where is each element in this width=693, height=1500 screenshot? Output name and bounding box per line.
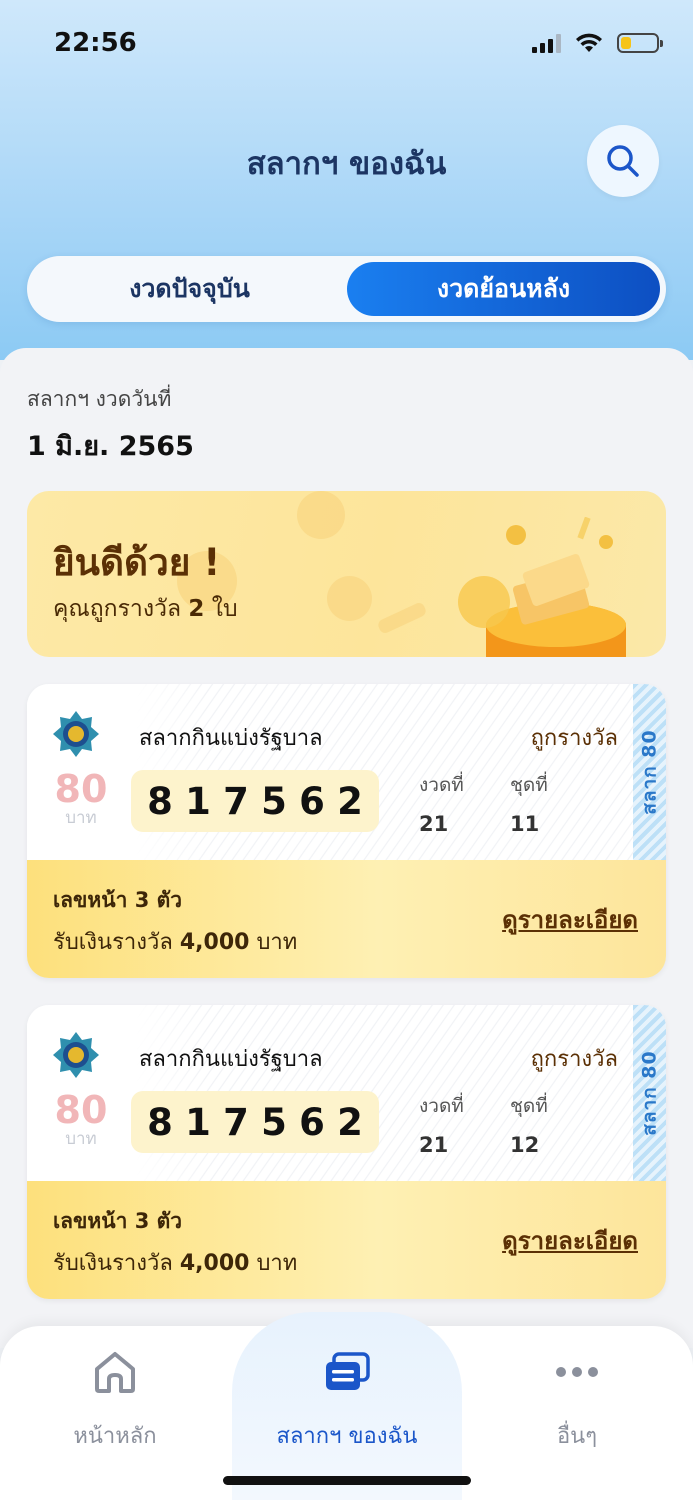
nav-home[interactable]: หน้าหลัก [15, 1346, 215, 1453]
status-icons [532, 32, 663, 54]
ticket-draw-no: งวดที่ 21 [419, 1095, 464, 1157]
ticket-status: ถูกรางวัล [530, 726, 618, 751]
ticket-digit: 1 [185, 1100, 211, 1144]
prize-name: เลขหน้า 3 ตัว [53, 888, 183, 912]
ticket-icon [326, 1352, 370, 1390]
ticket-set-no: ชุดที่ 12 [510, 1095, 548, 1157]
signal-icon [532, 33, 561, 53]
ticket-digit: 5 [261, 1100, 287, 1144]
ticket-number: 8 1 7 5 6 2 [131, 770, 379, 832]
bottom-nav: หน้าหลัก สลากฯ ของฉัน อื่นๆ [0, 1312, 693, 1500]
wifi-icon [576, 33, 602, 52]
nav-my-tickets[interactable]: สลากฯ ของฉัน [247, 1346, 447, 1453]
battery-icon [617, 33, 663, 53]
ticket-number: 8 1 7 5 6 2 [131, 1091, 379, 1153]
government-emblem-icon [53, 1032, 99, 1078]
ticket-digit: 7 [223, 1100, 249, 1144]
ticket-digit: 8 [147, 1100, 173, 1144]
nav-my-tickets-label: สลากฯ ของฉัน [276, 1424, 418, 1449]
ticket-digit: 2 [337, 779, 363, 823]
ticket-digit: 1 [185, 779, 211, 823]
ticket-digit: 8 [147, 779, 173, 823]
prize-amount: รับเงินรางวัล 4,000 บาท [53, 930, 298, 955]
ticket-card[interactable]: สลากกินแบ่งรัฐบาล ถูกรางวัล 80 บาท 8 1 7… [27, 684, 666, 978]
home-indicator [223, 1476, 471, 1485]
ticket-status: ถูกรางวัล [530, 1047, 618, 1072]
draw-date-label: สลากฯ งวดวันที่ [27, 387, 172, 411]
nav-more[interactable]: อื่นๆ [477, 1346, 677, 1453]
prize-illustration [458, 517, 626, 657]
status-bar: 22:56 [0, 0, 693, 90]
ticket-digit: 6 [299, 779, 325, 823]
ticket-header: สลากกินแบ่งรัฐบาล ถูกรางวัล 80 บาท 8 1 7… [27, 1005, 666, 1181]
ticket-side-label: สลาก 80 [638, 1050, 661, 1136]
ticket-price: 80 บาท [54, 1088, 108, 1149]
tab-past-draws[interactable]: งวดย้อนหลัง [347, 262, 660, 316]
congrats-banner: ยินดีด้วย ! คุณถูกรางวัล 2 ใบ [27, 491, 666, 657]
ticket-prize: เลขหน้า 3 ตัว รับเงินรางวัล 4,000 บาท ดู… [27, 860, 666, 978]
search-button[interactable] [587, 125, 659, 197]
tab-current-draw[interactable]: งวดปัจจุบัน [33, 262, 346, 316]
ticket-card[interactable]: สลากกินแบ่งรัฐบาล ถูกรางวัล 80 บาท 8 1 7… [27, 1005, 666, 1299]
nav-home-label: หน้าหลัก [73, 1424, 157, 1449]
home-icon [95, 1352, 135, 1393]
nav-more-label: อื่นๆ [556, 1424, 598, 1449]
ticket-name: สลากกินแบ่งรัฐบาล [139, 726, 323, 751]
status-time: 22:56 [54, 28, 137, 58]
ticket-digit: 5 [261, 779, 287, 823]
ticket-digit: 7 [223, 779, 249, 823]
search-icon [607, 145, 639, 177]
ticket-header: สลากกินแบ่งรัฐบาล ถูกรางวัล 80 บาท 8 1 7… [27, 684, 666, 860]
ticket-digit: 6 [299, 1100, 325, 1144]
view-details-link[interactable]: ดูรายละเอียด [502, 1221, 638, 1260]
ticket-name: สลากกินแบ่งรัฐบาล [139, 1047, 323, 1072]
prize-amount: รับเงินรางวัล 4,000 บาท [53, 1251, 298, 1276]
draw-tabs: งวดปัจจุบัน งวดย้อนหลัง [27, 256, 666, 322]
ticket-draw-no: งวดที่ 21 [419, 774, 464, 836]
view-details-link[interactable]: ดูรายละเอียด [502, 900, 638, 939]
ticket-digit: 2 [337, 1100, 363, 1144]
more-icon [556, 1367, 598, 1377]
ticket-prize: เลขหน้า 3 ตัว รับเงินรางวัล 4,000 บาท ดู… [27, 1181, 666, 1299]
prize-name: เลขหน้า 3 ตัว [53, 1209, 183, 1233]
ticket-price: 80 บาท [54, 767, 108, 828]
ticket-set-no: ชุดที่ 11 [510, 774, 548, 836]
congrats-subtitle: คุณถูกรางวัล 2 ใบ [53, 596, 238, 622]
draw-date: 1 มิ.ย. 2565 [27, 431, 194, 462]
government-emblem-icon [53, 711, 99, 757]
ticket-side-label: สลาก 80 [638, 729, 661, 815]
congrats-title: ยินดีด้วย ! [53, 541, 221, 584]
